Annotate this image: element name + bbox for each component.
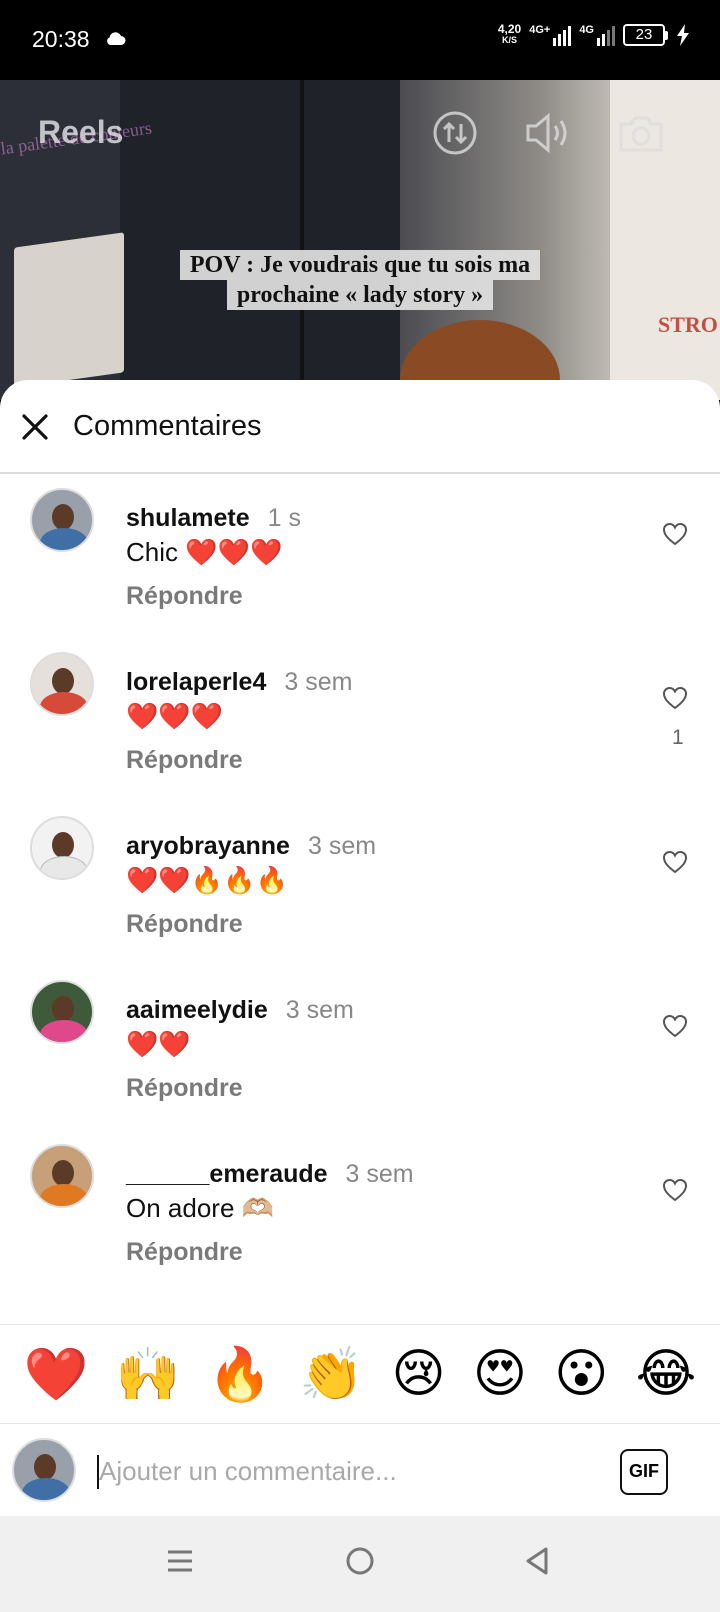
reels-title: Reels — [38, 114, 124, 150]
emoji-surprised[interactable]: 😮 — [554, 1344, 608, 1404]
comment-composer: GIF — [0, 1425, 720, 1516]
network-speed-unit: K/S — [502, 35, 518, 45]
comment-text: ❤️❤️❤️ — [126, 701, 224, 731]
comment-item: aaimeelydie 3 sem ❤️❤️ Répondre — [0, 980, 720, 1146]
signal-1-icon: 4G+ — [529, 24, 572, 46]
comment-username[interactable]: shulamete 1 s — [126, 504, 301, 533]
reply-button[interactable]: Répondre — [126, 582, 243, 611]
comment-item: ______emeraude 3 sem On adore 🫶🏼 Répondre — [0, 1144, 720, 1310]
comment-username-text[interactable]: aaimeelydie — [126, 996, 268, 1024]
comment-item: lorelaperle4 3 sem ❤️❤️❤️ Répondre 1 — [0, 652, 720, 818]
switch-camera-icon[interactable] — [432, 110, 478, 156]
user-avatar — [12, 1438, 76, 1502]
comment-time: 1 s — [267, 504, 302, 532]
comment-time: 3 sem — [345, 1160, 414, 1188]
photo-board — [14, 232, 124, 388]
reel-video[interactable]: STRO la palette de couleurs Reels POV : … — [0, 80, 720, 400]
status-indicators: 4,20 K/S 4G+ 4G 23 — [497, 22, 690, 46]
avatar[interactable] — [30, 1144, 94, 1208]
emoji-heart[interactable]: ❤️ — [24, 1344, 89, 1405]
sound-icon[interactable] — [522, 110, 572, 156]
network-type-2: 4G — [579, 24, 594, 36]
status-time: 20:38 — [32, 26, 90, 52]
network-type-1: 4G+ — [529, 24, 551, 36]
banner-text: STRO — [658, 312, 718, 337]
emoji-laugh[interactable]: 😂 — [636, 1344, 697, 1404]
sheet-title: Commentaires — [73, 410, 262, 442]
reel-caption-text: POV : Je voudrais que tu sois ma prochai… — [179, 250, 541, 310]
reply-button[interactable]: Répondre — [126, 746, 243, 775]
comment-text: ❤️❤️ — [126, 1029, 191, 1059]
back-icon[interactable] — [524, 1546, 552, 1576]
gif-button[interactable]: GIF — [620, 1449, 668, 1495]
like-count: 1 — [672, 726, 684, 749]
emoji-heart-eyes[interactable]: 😍 — [473, 1344, 527, 1404]
battery-level: 23 — [623, 24, 665, 46]
comment-text: ❤️❤️🔥🔥🔥 — [126, 865, 288, 895]
battery-icon: 23 — [623, 24, 668, 46]
reel-caption: POV : Je voudrais que tu sois ma prochai… — [150, 250, 570, 310]
cloud-icon — [107, 32, 126, 45]
avatar[interactable] — [30, 652, 94, 716]
comment-username[interactable]: aryobrayanne 3 sem — [126, 832, 376, 861]
heart-icon[interactable] — [662, 522, 688, 546]
system-nav-bar — [0, 1516, 720, 1612]
home-icon[interactable] — [345, 1546, 375, 1576]
comment-time: 3 sem — [284, 668, 353, 696]
network-speed-value: 4,20 — [497, 22, 522, 36]
avatar[interactable] — [30, 488, 94, 552]
heart-icon[interactable] — [662, 686, 688, 710]
emoji-quick-bar: ❤️ 🙌 🔥 👏 😢 😍 😮 😂 — [0, 1324, 720, 1424]
heart-icon[interactable] — [662, 1178, 688, 1202]
comment-item: shulamete 1 s Chic ❤️❤️❤️ Répondre — [0, 488, 720, 654]
reply-button[interactable]: Répondre — [126, 1074, 243, 1103]
heart-icon[interactable] — [662, 850, 688, 874]
menu-icon[interactable] — [166, 1546, 194, 1576]
reply-button[interactable]: Répondre — [126, 1238, 243, 1267]
emoji-sad[interactable]: 😢 — [391, 1344, 445, 1404]
comment-username-text[interactable]: shulamete — [126, 504, 250, 532]
comment-text: Chic ❤️❤️❤️ — [126, 537, 283, 567]
comment-text: On adore 🫶🏼 — [126, 1193, 275, 1223]
reply-button[interactable]: Répondre — [126, 910, 243, 939]
signal-2-icon: 4G — [579, 24, 615, 46]
avatar[interactable] — [30, 980, 94, 1044]
status-bar: 20:38 4,20 K/S 4G+ 4G 23 — [0, 0, 720, 80]
emoji-clap[interactable]: 👏 — [299, 1344, 364, 1405]
sheet-header: Commentaires — [0, 380, 720, 474]
comment-time: 3 sem — [285, 996, 354, 1024]
comment-username[interactable]: aaimeelydie 3 sem — [126, 996, 354, 1025]
comment-input[interactable] — [99, 1451, 579, 1491]
heart-icon[interactable] — [662, 1014, 688, 1038]
comment-username[interactable]: lorelaperle4 3 sem — [126, 668, 352, 697]
comments-sheet: Commentaires shulamete 1 s Chic ❤️❤️❤️ Ré… — [0, 380, 720, 1516]
comment-username-text[interactable]: ______emeraude — [126, 1160, 328, 1188]
close-icon[interactable] — [20, 412, 50, 442]
network-speed: 4,20 K/S — [497, 22, 522, 46]
avatar[interactable] — [30, 816, 94, 880]
comment-item: aryobrayanne 3 sem ❤️❤️🔥🔥🔥 Répondre — [0, 816, 720, 982]
comment-username[interactable]: ______emeraude 3 sem — [126, 1160, 414, 1189]
comment-username-text[interactable]: aryobrayanne — [126, 832, 290, 860]
comment-username-text[interactable]: lorelaperle4 — [126, 668, 266, 696]
emoji-raised-hands[interactable]: 🙌 — [116, 1344, 181, 1405]
emoji-fire[interactable]: 🔥 — [207, 1344, 272, 1405]
camera-icon[interactable] — [617, 110, 665, 156]
comment-time: 3 sem — [307, 832, 377, 860]
charging-icon — [677, 24, 689, 46]
